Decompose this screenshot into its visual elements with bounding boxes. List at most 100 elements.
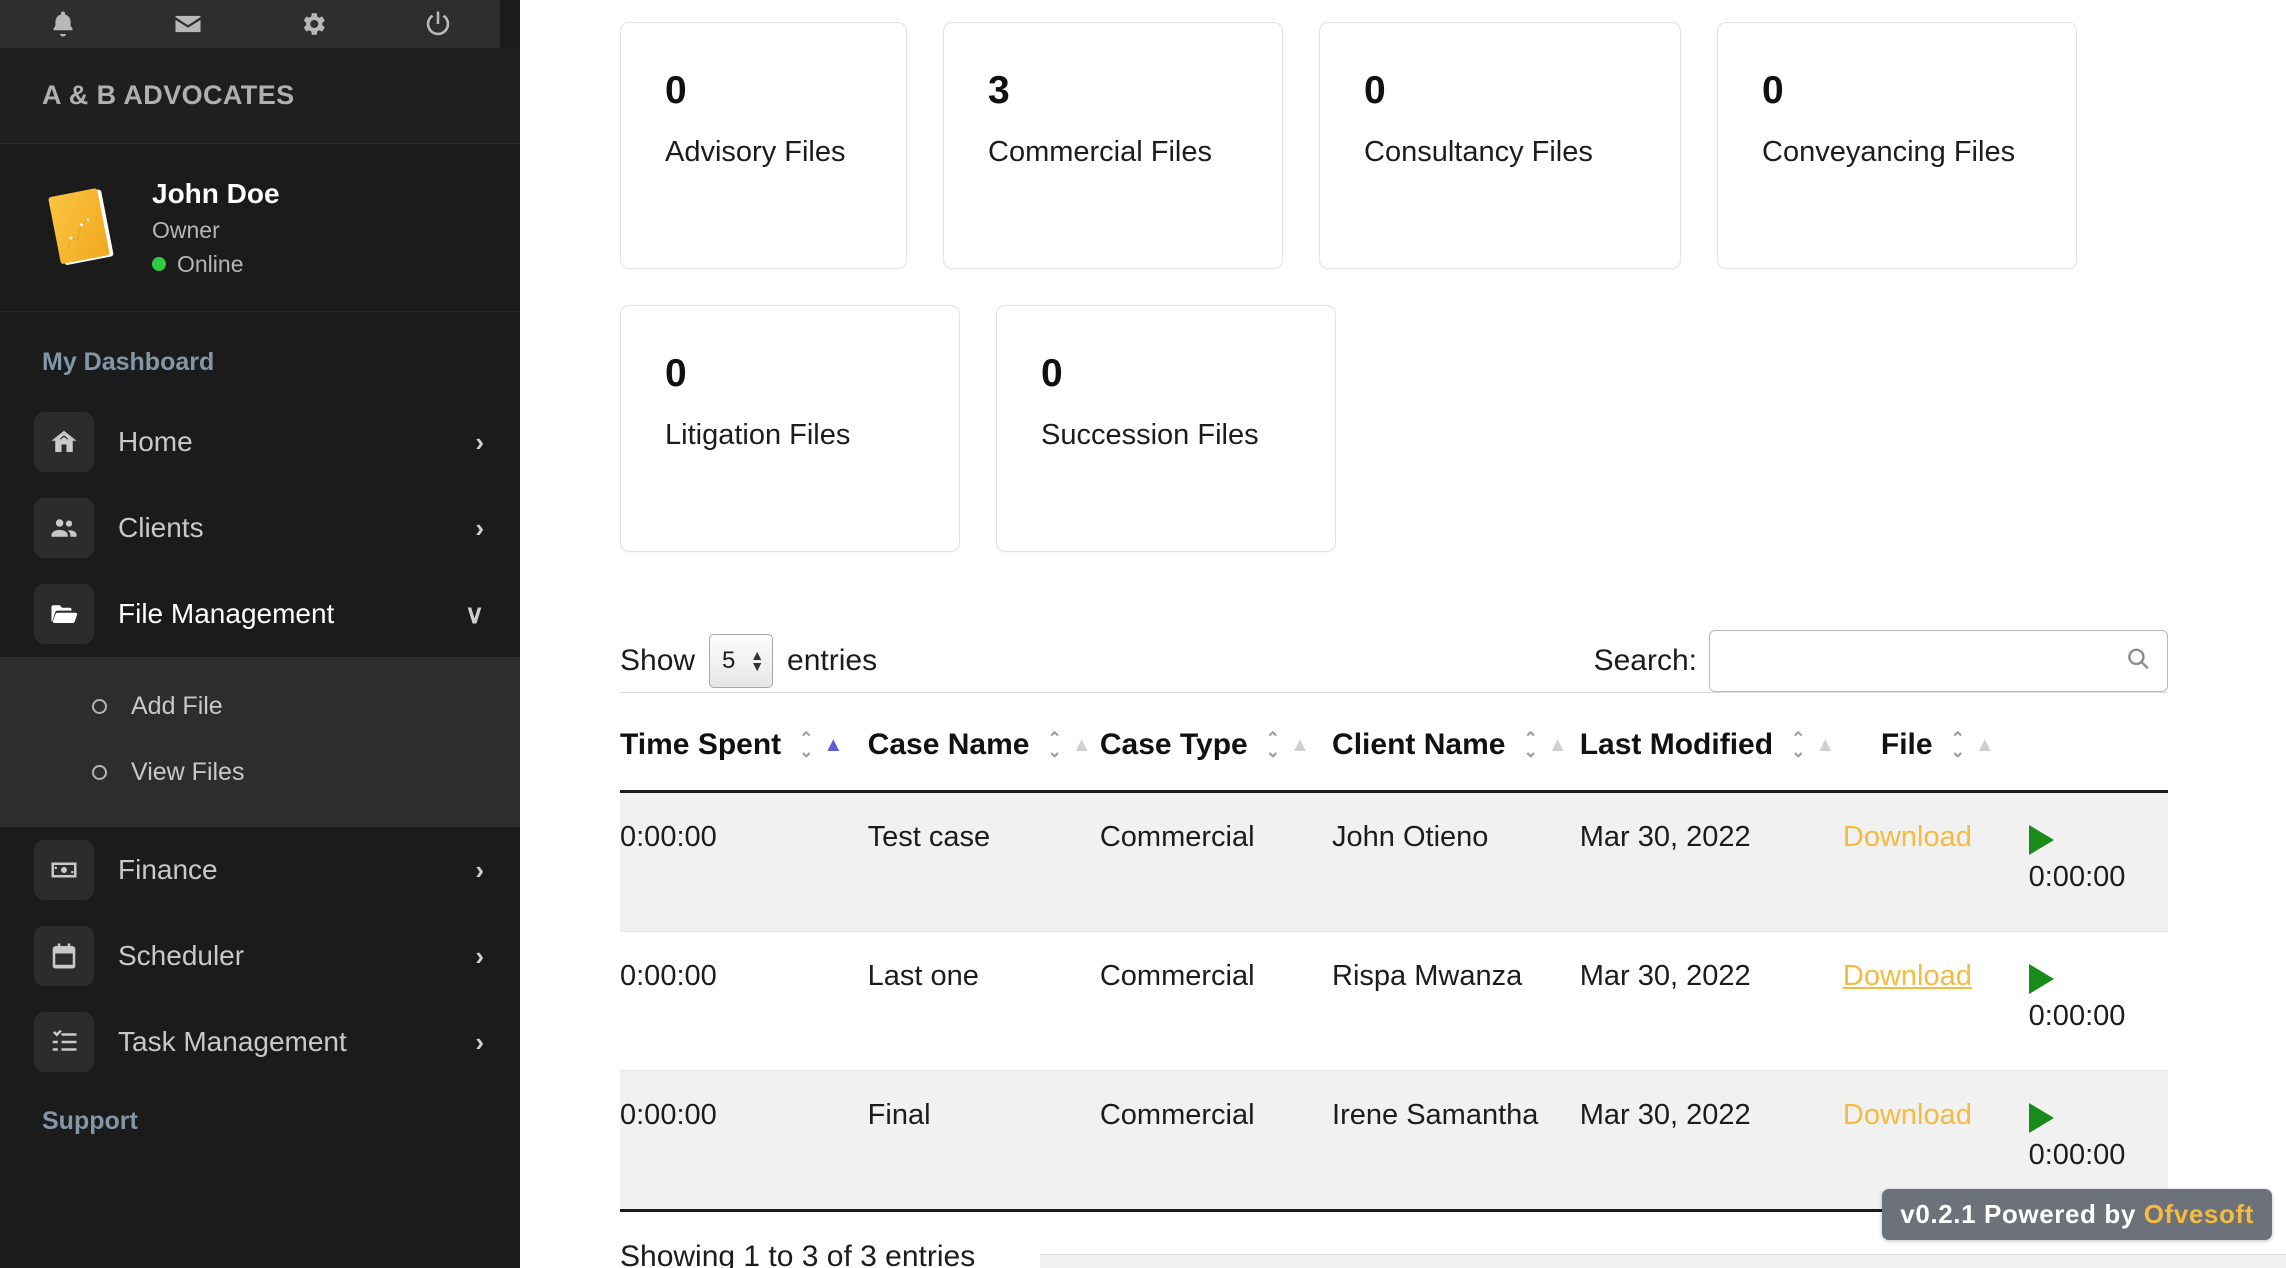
user-profile: John Doe Owner Online xyxy=(0,144,520,312)
cell-time-spent: 0:00:00 xyxy=(620,931,868,1072)
sort-chevrons-icon: ⌃ ⌄ xyxy=(1047,728,1062,761)
datatable-length-control: Show 5 ▲ ▼ entries xyxy=(620,634,877,688)
timer-text: 0:00:00 xyxy=(2028,999,2126,1032)
sidebar-item-task-management[interactable]: Task Management › xyxy=(0,999,520,1085)
search-input[interactable] xyxy=(1710,631,2167,691)
gear-icon[interactable] xyxy=(250,9,375,39)
column-header-case-type[interactable]: Case Type ⌃ ⌄ ▲ xyxy=(1099,692,1333,793)
cell-time-spent: 0:00:00 xyxy=(620,1070,868,1213)
profile-role: Owner xyxy=(152,216,220,243)
table-row[interactable]: 0:00:00 Test case Commercial John Otieno… xyxy=(620,791,2168,932)
stat-label: Commercial Files xyxy=(988,135,1212,168)
page-length-select[interactable]: 5 ▲ ▼ xyxy=(709,634,774,688)
notebook-avatar xyxy=(38,182,130,274)
profile-status-text: Online xyxy=(177,250,244,277)
timer-text: 0:00:00 xyxy=(2028,860,2126,893)
table-header-row: Time Spent ⌃ ⌄ ▲ Case Name ⌃ ⌄ ▲ Case Ty… xyxy=(620,692,2168,793)
calendar-icon xyxy=(34,926,94,986)
sort-icons[interactable]: ⌃ ⌄ ▲ xyxy=(1523,730,1568,760)
search-box[interactable] xyxy=(1709,630,2168,692)
sidebar-item-label: Task Management xyxy=(118,1026,347,1057)
stat-card-succession-files[interactable]: 0 Succession Files xyxy=(996,305,1336,552)
sort-triangle-icon: ▲ xyxy=(1815,734,1836,757)
column-label: Time Spent xyxy=(620,728,782,761)
stat-cards-row-2: 0 Litigation Files 0 Succession Files xyxy=(620,305,2286,552)
sidebar-subitem-add-file[interactable]: Add File xyxy=(0,673,520,739)
sort-icons[interactable]: ⌃ ⌄ ▲ xyxy=(1791,728,1836,761)
column-label: Client Name xyxy=(1332,728,1506,761)
home-icon xyxy=(34,412,94,472)
stat-card-advisory-files[interactable]: 0 Advisory Files xyxy=(620,22,907,269)
power-icon[interactable] xyxy=(375,9,500,39)
cell-client-name: Rispa Mwanza xyxy=(1332,931,1580,1072)
column-header-time-spent[interactable]: Time Spent ⌃ ⌄ ▲ xyxy=(620,692,868,793)
column-header-client-name[interactable]: Client Name ⌃ ⌄ ▲ xyxy=(1332,692,1580,793)
sidebar-item-home[interactable]: Home › xyxy=(0,399,520,485)
sidebar-item-label: Home xyxy=(118,426,193,457)
cell-client-name: John Otieno xyxy=(1332,791,1580,932)
sort-icons[interactable]: ⌃ ⌄ ▲ xyxy=(1266,730,1310,760)
files-table: Time Spent ⌃ ⌄ ▲ Case Name ⌃ ⌄ ▲ Case Ty… xyxy=(620,692,2168,1213)
users-icon xyxy=(34,498,94,558)
column-label: File xyxy=(1880,728,1933,761)
cell-case-name: Final xyxy=(867,1070,1100,1213)
stat-value: 0 xyxy=(1364,69,1386,112)
app-root: A & B ADVOCATES John Doe Owner Online My… xyxy=(0,0,2286,1268)
money-icon xyxy=(34,840,94,900)
stat-card-commercial-files[interactable]: 3 Commercial Files xyxy=(943,22,1283,269)
column-label: Case Type xyxy=(1099,728,1248,761)
column-header-case-name[interactable]: Case Name ⌃ ⌄ ▲ xyxy=(867,692,1100,793)
sidebar-subitem-view-files[interactable]: View Files xyxy=(0,739,520,805)
datatable-controls: Show 5 ▲ ▼ entries Search: xyxy=(620,588,2286,692)
chevron-right-icon: › xyxy=(475,513,484,543)
sidebar-item-file-management[interactable]: File Management ∨ xyxy=(0,571,520,657)
sidebar-item-clients[interactable]: Clients › xyxy=(0,485,520,571)
sort-icons[interactable]: ⌃ ⌄ ▲ xyxy=(1951,730,1995,760)
stat-value: 0 xyxy=(665,69,687,112)
download-link[interactable]: Download xyxy=(1843,821,1972,853)
sidebar-item-label: Finance xyxy=(118,854,218,885)
sort-icons[interactable]: ⌃ ⌄ ▲ xyxy=(1047,728,1091,761)
stat-card-consultancy-files[interactable]: 0 Consultancy Files xyxy=(1319,22,1681,269)
sidebar-item-finance[interactable]: Finance › xyxy=(0,827,520,913)
circle-bullet-icon xyxy=(92,698,107,714)
sidebar-topbar xyxy=(0,0,500,48)
play-icon[interactable] xyxy=(2028,824,2054,855)
play-icon[interactable] xyxy=(2028,963,2054,994)
stat-label: Advisory Files xyxy=(665,135,846,168)
table-head: Time Spent ⌃ ⌄ ▲ Case Name ⌃ ⌄ ▲ Case Ty… xyxy=(620,692,2168,793)
stat-card-conveyancing-files[interactable]: 0 Conveyancing Files xyxy=(1717,22,2077,269)
version-text: v0.2.1 Powered by xyxy=(1900,1199,2144,1229)
stat-label: Consultancy Files xyxy=(1364,135,1593,168)
bell-icon[interactable] xyxy=(0,9,125,39)
stat-card-litigation-files[interactable]: 0 Litigation Files xyxy=(620,305,960,552)
sort-triangle-icon: ▲ xyxy=(1547,734,1568,757)
entries-label: entries xyxy=(787,644,878,677)
chevron-right-icon: › xyxy=(475,941,484,971)
timer-text: 0:00:00 xyxy=(2028,1139,2126,1172)
sidebar-item-scheduler[interactable]: Scheduler › xyxy=(0,913,520,999)
chevron-right-icon: › xyxy=(475,1027,484,1057)
cell-last-modified: Mar 30, 2022 xyxy=(1579,791,1843,932)
envelope-icon[interactable] xyxy=(125,9,250,39)
stat-value: 0 xyxy=(1762,69,1784,112)
nav-section-support: Support xyxy=(42,1107,138,1135)
column-header-last-modified[interactable]: Last Modified ⌃ ⌄ ▲ xyxy=(1579,692,1843,793)
download-link[interactable]: Download xyxy=(1843,1099,1972,1131)
status-dot-icon xyxy=(152,257,166,271)
checklist-icon xyxy=(34,1012,94,1072)
sort-chevrons-icon: ⌃ ⌄ xyxy=(1791,728,1806,761)
version-badge: v0.2.1 Powered by Ofvesoft xyxy=(1882,1189,2272,1240)
sort-icons[interactable]: ⌃ ⌄ ▲ xyxy=(799,730,843,760)
brand-title: A & B ADVOCATES xyxy=(42,80,295,110)
download-link[interactable]: Download xyxy=(1843,960,1972,992)
cell-case-type: Commercial xyxy=(1099,1070,1333,1213)
horizontal-scrollbar[interactable] xyxy=(1040,1254,2286,1268)
cell-case-type: Commercial xyxy=(1099,931,1333,1072)
cell-case-type: Commercial xyxy=(1099,791,1333,932)
play-icon[interactable] xyxy=(2028,1103,2054,1134)
stat-cards-row-1: 0 Advisory Files 3 Commercial Files 0 Co… xyxy=(620,22,2286,269)
table-row[interactable]: 0:00:00 Last one Commercial Rispa Mwanza… xyxy=(620,931,2168,1072)
column-header-file[interactable]: File ⌃ ⌄ ▲ xyxy=(1842,692,2029,793)
search-label: Search: xyxy=(1593,644,1697,677)
